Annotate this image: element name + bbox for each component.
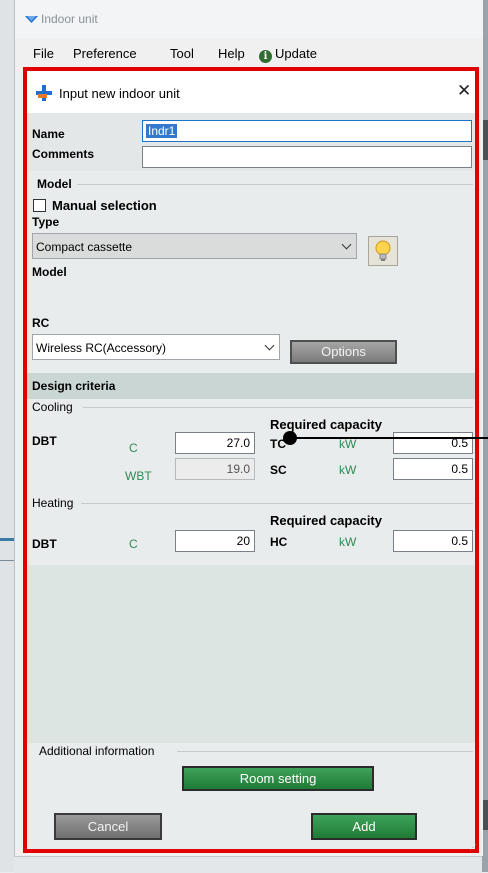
dialog-header: Input new indoor unit ✕ — [27, 71, 475, 113]
input-new-indoor-unit-dialog: Input new indoor unit ✕ Name Indr1 Comme… — [23, 67, 488, 853]
menu-update[interactable]: i Update — [259, 46, 317, 63]
window-titlebar[interactable]: Indoor unit — [15, 0, 483, 38]
dialog-title: Input new indoor unit — [59, 86, 180, 101]
sc-input[interactable]: 0.5 — [393, 458, 473, 480]
menu-help[interactable]: Help — [218, 46, 245, 61]
additional-group-line — [177, 751, 473, 752]
hint-button[interactable] — [368, 236, 398, 266]
room-setting-button[interactable]: Room setting — [182, 766, 374, 791]
hc-unit: kW — [339, 535, 357, 549]
heating-required-capacity-label: Required capacity — [270, 513, 382, 528]
design-criteria-header: Design criteria — [27, 373, 475, 399]
model-label: Model — [32, 265, 67, 279]
heating-group: Heating Required capacity DBT C 20 HC kW… — [27, 495, 475, 565]
add-unit-icon — [36, 85, 52, 104]
info-icon: i — [259, 50, 272, 63]
manual-selection-label: Manual selection — [52, 198, 157, 213]
comments-label: Comments — [32, 147, 95, 161]
wbt-input: 19.0 — [175, 458, 255, 480]
rc-label: RC — [32, 316, 50, 330]
cooling-group-line — [83, 407, 473, 408]
additional-information-group: Additional information Room setting Canc… — [27, 743, 475, 849]
menu-file[interactable]: File — [33, 46, 54, 61]
cancel-button[interactable]: Cancel — [54, 813, 162, 840]
hc-label: HC — [270, 535, 288, 549]
rc-select[interactable]: Wireless RC(Accessory) — [32, 334, 280, 360]
wbt-unit: WBT — [125, 469, 152, 483]
menu-tool[interactable]: Tool — [170, 46, 194, 61]
cooling-dbt-label: DBT — [32, 434, 57, 448]
sc-label: SC — [270, 463, 287, 477]
add-button[interactable]: Add — [311, 813, 417, 840]
design-criteria-title: Design criteria — [32, 379, 116, 393]
type-label: Type — [32, 215, 60, 229]
tc-input[interactable]: 0.5 — [393, 432, 473, 454]
options-button[interactable]: Options — [290, 340, 397, 364]
cooling-group: Cooling Required capacity DBT C 27.0 TC … — [27, 399, 475, 495]
lightbulb-icon — [375, 240, 391, 261]
rc-select-value: Wireless RC(Accessory) — [36, 341, 167, 355]
menu-bar: File Preference Tool Help i Update — [15, 42, 483, 64]
heating-group-title: Heating — [30, 496, 76, 510]
hc-input[interactable]: 0.5 — [393, 530, 473, 552]
chevron-down-icon — [341, 239, 352, 250]
manual-selection-checkbox[interactable] — [33, 199, 46, 212]
type-select[interactable]: Compact cassette — [32, 233, 357, 259]
chevron-down-icon — [264, 340, 275, 351]
type-select-value: Compact cassette — [36, 240, 133, 254]
window-title: Indoor unit — [41, 12, 98, 26]
model-section-label: Model — [37, 177, 72, 191]
tc-unit: kW — [339, 437, 357, 451]
name-label: Name — [32, 127, 65, 141]
name-input[interactable]: Indr1 — [142, 120, 472, 142]
model-section: Model Manual selection Type Compact cass… — [27, 171, 475, 373]
resize-grip-icon[interactable]: ⋰ — [469, 843, 477, 852]
sc-unit: kW — [339, 463, 357, 477]
background-window-line — [0, 560, 14, 561]
comments-input[interactable] — [142, 146, 472, 168]
callout-pointer-line — [295, 437, 488, 439]
background-window-edge — [0, 0, 14, 872]
heating-group-line — [81, 503, 473, 504]
heating-dbt-input[interactable]: 20 — [175, 530, 255, 552]
name-section: Name Indr1 Comments — [27, 113, 475, 171]
heating-dbt-unit: C — [129, 537, 138, 551]
app-icon — [25, 13, 38, 27]
cooling-dbt-unit: C — [129, 441, 138, 455]
heating-dbt-label: DBT — [32, 537, 57, 551]
indoor-unit-window: Indoor unit File Preference Tool Help iU… — [14, 0, 488, 856]
cooling-required-capacity-label: Required capacity — [270, 417, 382, 432]
window-bottom-bar — [14, 856, 482, 873]
name-input-value: Indr1 — [146, 124, 178, 138]
background-window-strip — [0, 538, 14, 541]
menu-update-label: Update — [275, 46, 317, 61]
menu-preference[interactable]: Preference — [73, 46, 137, 61]
cooling-group-title: Cooling — [30, 400, 75, 414]
additional-information-title: Additional information — [37, 744, 157, 758]
cooling-dbt-input[interactable]: 27.0 — [175, 432, 255, 454]
model-group-line — [77, 184, 473, 185]
close-icon[interactable]: ✕ — [457, 82, 471, 99]
